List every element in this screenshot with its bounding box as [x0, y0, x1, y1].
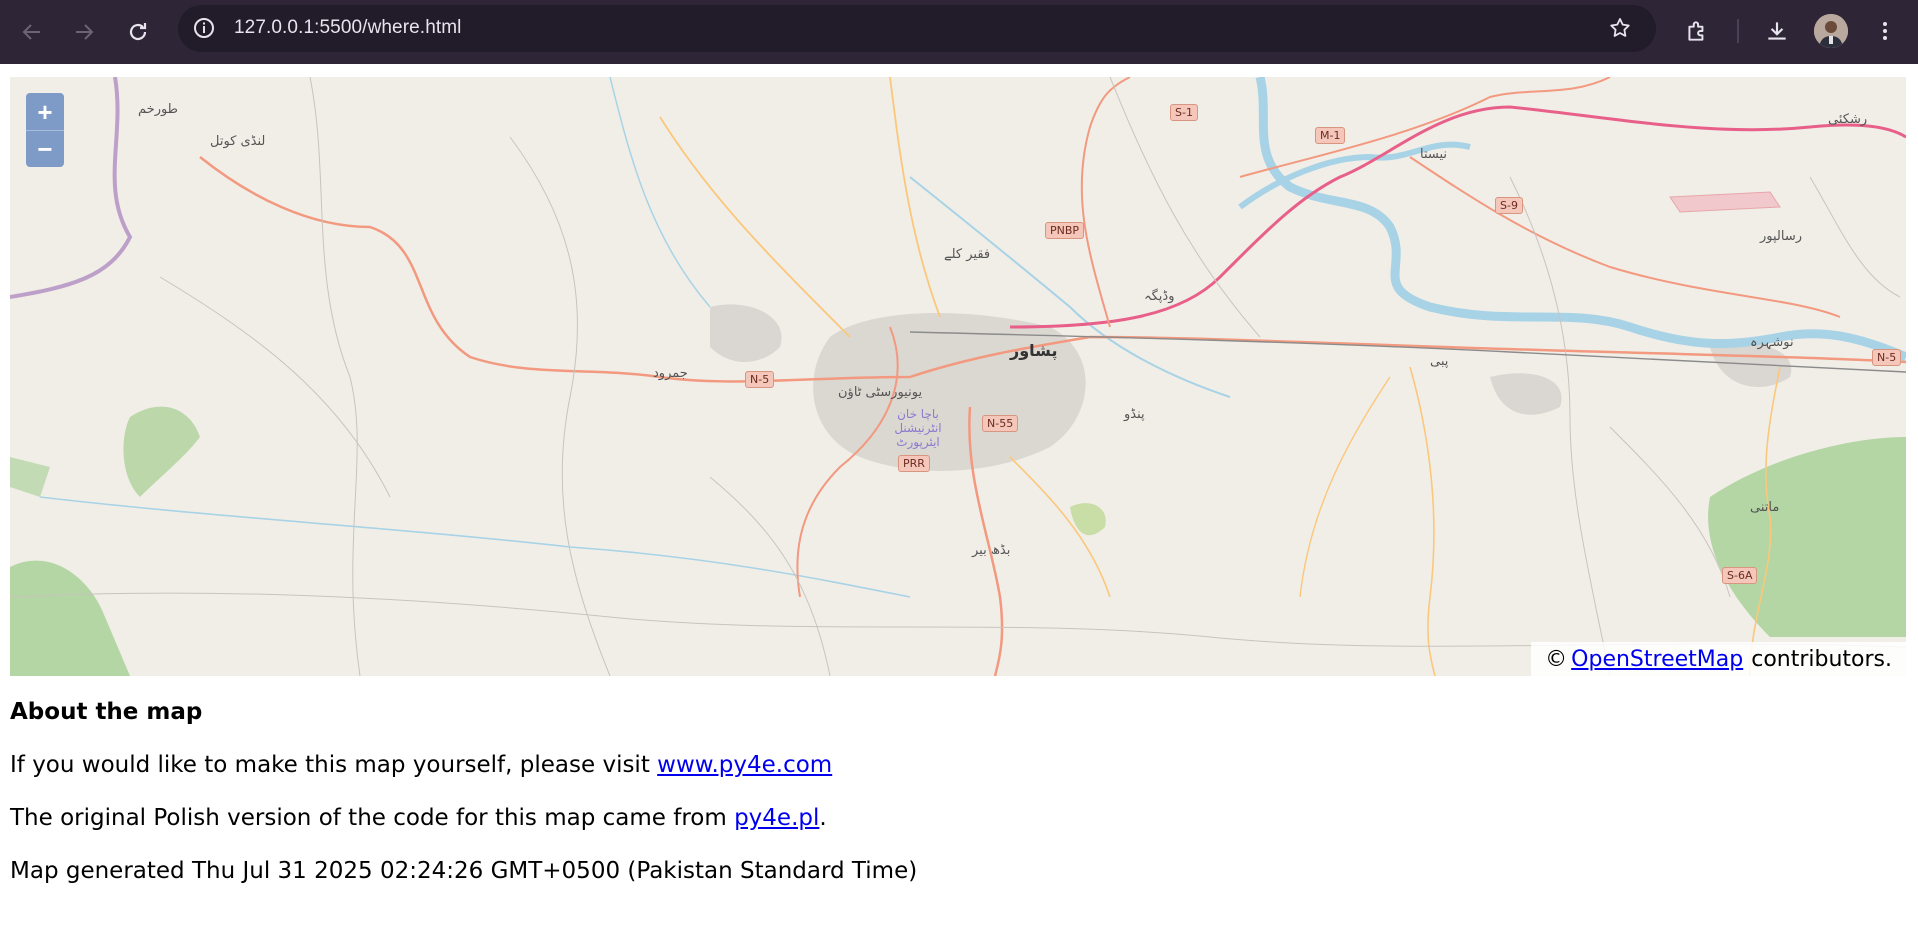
zoom-control: + −: [26, 93, 64, 167]
place-label: پنڈو: [1124, 407, 1145, 422]
place-label: یونیورسٹی ٹاؤن: [838, 385, 923, 400]
info-icon[interactable]: [192, 16, 216, 40]
copyright-symbol: ©: [1545, 646, 1568, 672]
origin-period: .: [819, 805, 827, 831]
about-heading: About the map: [10, 699, 203, 725]
road-shield: N-55: [982, 415, 1019, 432]
visit-text: If you would like to make this map yours…: [10, 752, 658, 778]
py4e-com-link[interactable]: www.py4e.com: [657, 752, 832, 778]
place-label: پبی: [1430, 354, 1449, 369]
visit-paragraph: If you would like to make this map yours…: [10, 749, 1890, 781]
reload-button[interactable]: [120, 14, 156, 50]
address-bar[interactable]: 127.0.0.1:5500/where.html: [178, 5, 1656, 52]
zoom-in-button[interactable]: +: [26, 93, 64, 130]
origin-paragraph: The original Polish version of the code …: [10, 802, 1890, 834]
generated-timestamp: Map generated Thu Jul 31 2025 02:24:26 G…: [10, 858, 918, 884]
road-shield: PNBP: [1045, 222, 1085, 239]
road-shield: S-1: [1170, 104, 1198, 121]
road-shield: PRR: [898, 455, 930, 472]
place-label: رسالپور: [1760, 229, 1803, 244]
arrow-left-icon: [22, 24, 40, 40]
place-label: وڈپگہ: [1144, 289, 1175, 304]
browser-toolbar: 127.0.0.1:5500/where.html: [0, 0, 1918, 64]
reload-icon: [129, 23, 147, 41]
place-label: ماتنی: [1750, 500, 1780, 515]
arrow-right-icon: [76, 24, 94, 40]
place-label: نوشہرہ: [1750, 335, 1794, 350]
map-attribution: © OpenStreetMap contributors.: [1531, 642, 1906, 676]
road-shield: S-6A: [1722, 567, 1758, 584]
avatar[interactable]: [1814, 14, 1848, 48]
back-button[interactable]: [14, 14, 50, 50]
road-shield: M-1: [1315, 127, 1346, 144]
place-label: طورخم: [138, 102, 179, 117]
menu-button[interactable]: [1868, 14, 1902, 48]
download-icon: [1768, 22, 1786, 40]
place-label: لنڈی کوتل: [210, 134, 266, 149]
openstreetmap-link[interactable]: OpenStreetMap: [1571, 647, 1743, 672]
place-label: بڈھ بیر: [972, 543, 1011, 558]
about-section: About the map If you would like to make …: [10, 696, 1890, 887]
place-label: نیستا: [1420, 147, 1448, 162]
map[interactable]: طورخم لنڈی کوتل فقیر کلے جمرود یونیورسٹی…: [10, 77, 1906, 676]
place-label: رشکئی: [1828, 112, 1868, 127]
place-label: جمرود: [653, 366, 688, 381]
extensions-button[interactable]: [1680, 14, 1714, 48]
forward-button[interactable]: [66, 14, 102, 50]
road-shield: N-5: [745, 371, 775, 388]
city-label: پشاور: [1010, 341, 1058, 360]
airport-label: باچا خان انٹرنیشنل ایئرپورٹ: [894, 407, 942, 449]
attribution-suffix: contributors.: [1751, 646, 1892, 672]
zoom-out-button[interactable]: −: [26, 130, 64, 167]
road-shield: S-9: [1495, 197, 1523, 214]
road-shield: N-5: [1872, 349, 1902, 366]
map-tiles[interactable]: [10, 77, 1906, 676]
star-icon[interactable]: [1608, 16, 1632, 40]
py4e-pl-link[interactable]: py4e.pl: [734, 805, 819, 831]
kebab-menu-icon: [1883, 22, 1887, 40]
downloads-button[interactable]: [1760, 14, 1794, 48]
toolbar-divider: [1737, 19, 1739, 43]
url-text[interactable]: 127.0.0.1:5500/where.html: [234, 17, 462, 39]
origin-text: The original Polish version of the code …: [10, 805, 735, 831]
puzzle-icon: [1688, 21, 1704, 41]
place-label: فقیر کلے: [944, 247, 991, 262]
